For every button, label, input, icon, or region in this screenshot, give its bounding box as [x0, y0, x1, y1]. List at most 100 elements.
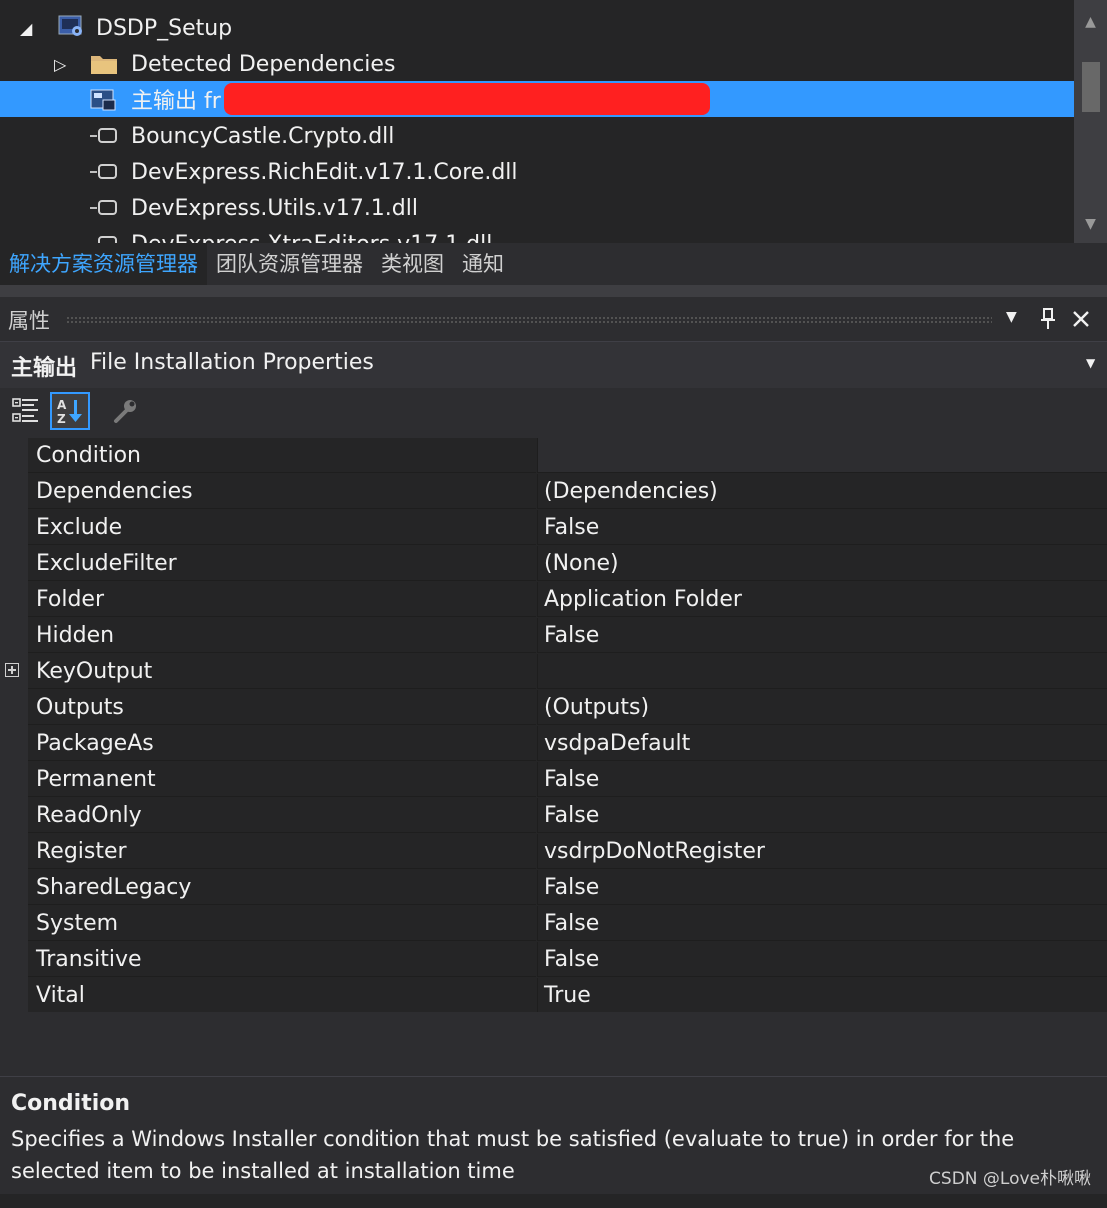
property-name: Hidden: [28, 618, 536, 653]
folder-icon: [91, 56, 117, 74]
tree-scrollbar[interactable]: ▲ ▼: [1074, 0, 1107, 243]
property-name: KeyOutput: [28, 654, 536, 689]
property-grid: Condition Dependencies (Dependencies) Exclu…: [0, 438, 1107, 1014]
property-row[interactable]: Permanent False: [0, 762, 1107, 798]
row-gutter: [0, 834, 28, 870]
description-title: Condition: [11, 1091, 131, 1116]
property-row[interactable]: ExcludeFilter (None): [0, 546, 1107, 582]
property-value[interactable]: False: [537, 798, 1107, 833]
grid-empty-area: [0, 1012, 1107, 1076]
property-row[interactable]: KeyOutput: [0, 654, 1107, 690]
property-row[interactable]: System False: [0, 906, 1107, 942]
chevron-down-icon[interactable]: ▼: [1086, 356, 1095, 370]
tree-item-project[interactable]: ◢ DSDP_Setup: [0, 10, 1074, 46]
tool-window-tabs: 解决方案资源管理器 团队资源管理器 类视图 通知: [0, 243, 1107, 285]
solution-explorer-tree: ◢ DSDP_Setup ▷ Detected Dependencies 主输出…: [0, 0, 1107, 243]
properties-title: 属性: [8, 309, 50, 333]
expand-plus-icon[interactable]: [5, 663, 19, 677]
property-value[interactable]: vsdpaDefault: [537, 726, 1107, 761]
property-value[interactable]: False: [537, 942, 1107, 977]
property-value[interactable]: False: [537, 510, 1107, 545]
property-name: Outputs: [28, 690, 536, 725]
tree-item-dll[interactable]: BouncyCastle.Crypto.dll: [0, 118, 1074, 154]
tab-solution-explorer[interactable]: 解决方案资源管理器: [0, 243, 207, 285]
tree-item-dll[interactable]: DevExpress.RichEdit.v17.1.Core.dll: [0, 154, 1074, 190]
property-value[interactable]: (Dependencies): [537, 474, 1107, 509]
setup-project-icon: [58, 15, 82, 36]
expand-arrow-icon[interactable]: ▷: [54, 55, 66, 74]
watermark: CSDN @Love朴啾啾: [929, 1169, 1091, 1189]
redaction-mark: [224, 83, 710, 115]
object-name: 主输出: [11, 356, 78, 381]
tree-item-label: DevExpress.RichEdit.v17.1.Core.dll: [131, 159, 518, 185]
property-name: Dependencies: [28, 474, 536, 509]
property-value[interactable]: False: [537, 762, 1107, 797]
tab-class-view[interactable]: 类视图: [372, 243, 453, 285]
property-name: Vital: [28, 978, 536, 1013]
property-name: Folder: [28, 582, 536, 617]
property-row[interactable]: SharedLegacy False: [0, 870, 1107, 906]
property-value[interactable]: True: [537, 978, 1107, 1013]
tree-item-primary-output[interactable]: 主输出 fr: [0, 81, 1074, 117]
property-name: ExcludeFilter: [28, 546, 536, 581]
property-value[interactable]: (Outputs): [537, 690, 1107, 725]
scrollbar-thumb[interactable]: [1082, 62, 1100, 112]
property-row[interactable]: Outputs (Outputs): [0, 690, 1107, 726]
property-value[interactable]: False: [537, 618, 1107, 653]
property-row[interactable]: Hidden False: [0, 618, 1107, 654]
scroll-up-icon[interactable]: ▲: [1074, 8, 1107, 36]
categorized-button[interactable]: [6, 392, 46, 430]
row-gutter: [0, 618, 28, 654]
property-row[interactable]: ReadOnly False: [0, 798, 1107, 834]
assembly-reference-icon: [98, 236, 117, 243]
property-row[interactable]: Condition: [0, 438, 1107, 474]
property-row[interactable]: Register vsdrpDoNotRegister: [0, 834, 1107, 870]
scroll-down-icon[interactable]: ▼: [1074, 210, 1107, 238]
row-gutter: [0, 762, 28, 798]
property-row[interactable]: Folder Application Folder: [0, 582, 1107, 618]
tab-team-explorer[interactable]: 团队资源管理器: [207, 243, 372, 285]
property-value[interactable]: Application Folder: [537, 582, 1107, 617]
property-name: Condition: [28, 438, 536, 473]
assembly-reference-icon: [90, 164, 117, 179]
property-name: Exclude: [28, 510, 536, 545]
property-pages-button[interactable]: [106, 392, 146, 430]
property-value[interactable]: False: [537, 906, 1107, 941]
row-gutter: [0, 978, 28, 1014]
property-value[interactable]: vsdrpDoNotRegister: [537, 834, 1107, 869]
svg-text:A: A: [57, 398, 67, 412]
property-value[interactable]: (None): [537, 546, 1107, 581]
row-gutter: [0, 510, 28, 546]
categorized-icon: [12, 398, 38, 422]
property-row[interactable]: Exclude False: [0, 510, 1107, 546]
collapse-arrow-icon[interactable]: ◢: [20, 19, 32, 38]
tree-item-label: DevExpress.Utils.v17.1.dll: [131, 195, 418, 221]
property-row[interactable]: Vital True: [0, 978, 1107, 1014]
object-selector[interactable]: 主输出 File Installation Properties ▼: [0, 341, 1107, 389]
tree-item-label: DevExpress.XtraEditors.v17.1.dll: [131, 232, 492, 244]
window-position-dropdown-icon[interactable]: ▼: [1006, 309, 1017, 325]
property-value[interactable]: [537, 438, 1107, 473]
property-row[interactable]: Transitive False: [0, 942, 1107, 978]
property-value[interactable]: [537, 654, 1107, 689]
tree-item-label: Detected Dependencies: [131, 51, 396, 77]
tree-item-dll[interactable]: DevExpress.XtraEditors.v17.1.dll: [0, 226, 1074, 243]
property-value[interactable]: False: [537, 870, 1107, 905]
property-row[interactable]: PackageAs vsdpaDefault: [0, 726, 1107, 762]
tab-notifications[interactable]: 通知: [453, 243, 513, 285]
row-gutter: [0, 546, 28, 582]
row-gutter: [0, 654, 28, 690]
tree-item-dll[interactable]: DevExpress.Utils.v17.1.dll: [0, 190, 1074, 226]
pin-icon[interactable]: [1040, 307, 1056, 331]
window-splitter[interactable]: [0, 285, 1107, 297]
property-name: Transitive: [28, 942, 536, 977]
primary-output-icon: [90, 89, 116, 111]
tree-item-detected-dependencies[interactable]: ▷ Detected Dependencies: [0, 46, 1074, 82]
properties-toolbar: A Z: [0, 388, 1107, 438]
property-name: ReadOnly: [28, 798, 536, 833]
sort-alphabetical-icon: A Z: [57, 398, 82, 426]
close-icon[interactable]: [1072, 310, 1090, 328]
alphabetical-button[interactable]: A Z: [50, 392, 90, 430]
property-row[interactable]: Dependencies (Dependencies): [0, 474, 1107, 510]
property-name: SharedLegacy: [28, 870, 536, 905]
